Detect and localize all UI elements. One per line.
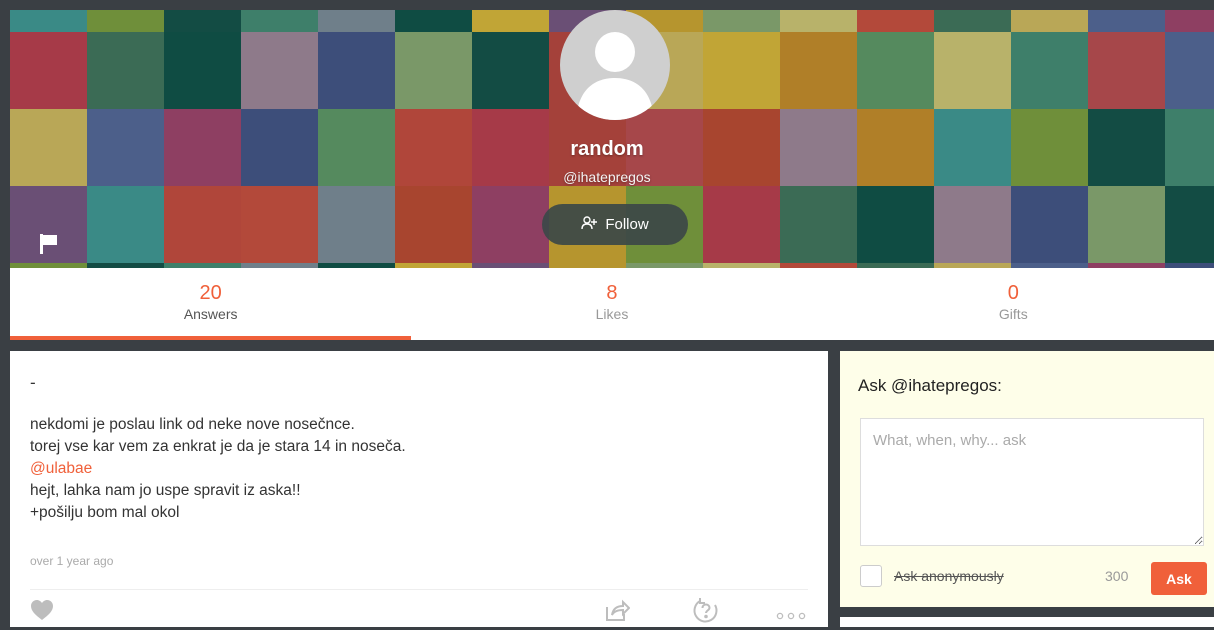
answer-text: nekdomi je poslau link od neke nove nose…: [30, 414, 406, 524]
answer-line: hejt, lahka nam jo uspe spravit iz aska!…: [30, 482, 301, 499]
cover-tile: [857, 186, 934, 263]
follow-label: Follow: [605, 216, 649, 233]
follow-button[interactable]: Follow: [542, 204, 688, 245]
share-icon[interactable]: [604, 598, 631, 627]
question-text: -: [30, 373, 36, 392]
cover-tile: [857, 10, 934, 32]
cover-tile: [164, 186, 241, 263]
gifts-count: 0: [1007, 282, 1019, 304]
more-dots-icon[interactable]: [776, 607, 806, 625]
answer-line: nekdomi je poslau link od neke nove nose…: [30, 416, 355, 433]
likes-label: Likes: [595, 306, 629, 322]
ask-title: Ask @ihatepregos:: [858, 376, 1002, 395]
cover-tile: [10, 10, 87, 32]
cover-tile: [1165, 10, 1214, 32]
answers-label: Answers: [183, 306, 238, 322]
cover-tile: [318, 10, 395, 32]
cover-tile: [87, 10, 164, 32]
cover-tile: [1088, 186, 1165, 263]
cover-tile: [395, 186, 472, 263]
anonymous-checkbox[interactable]: [860, 565, 882, 587]
cover-tile: [857, 32, 934, 109]
ask-box: Ask @ihatepregos: Ask anonymously 300 As…: [840, 351, 1214, 607]
stats-tabs: 20 Answers 8 Likes 0 Gifts: [10, 268, 1214, 340]
answer-line: torej vse kar vem za enkrat je da je sta…: [30, 438, 406, 455]
answer-card: - nekdomi je poslau link od neke nove no…: [10, 351, 828, 627]
heart-icon[interactable]: [30, 599, 54, 626]
cover-tile: [87, 32, 164, 109]
cover-tile: [472, 186, 549, 263]
cover-tile: [1011, 32, 1088, 109]
cover-tile: [164, 32, 241, 109]
cover-tile: [10, 32, 87, 109]
avatar[interactable]: [560, 10, 670, 120]
cover-tile: [1165, 32, 1214, 109]
divider: [30, 589, 808, 590]
cover-tile: [1011, 10, 1088, 32]
cover-tile: [395, 32, 472, 109]
question-input[interactable]: [860, 418, 1204, 546]
cover-tile: [472, 10, 549, 32]
tab-answers[interactable]: 20 Answers: [10, 268, 412, 340]
cover-tile: [703, 32, 780, 109]
answer-line: +pošilju bom mal okol: [30, 504, 180, 521]
cover-tile: [703, 10, 780, 32]
cover-tile: [934, 10, 1011, 32]
answers-count: 20: [199, 282, 222, 304]
tab-likes[interactable]: 8 Likes: [411, 268, 812, 340]
gifts-label: Gifts: [998, 306, 1028, 322]
cover-tile: [318, 186, 395, 263]
mention-link[interactable]: @ulabae: [30, 458, 406, 480]
ask-again-icon[interactable]: [692, 597, 720, 630]
cover-tile: [318, 32, 395, 109]
cover-tile: [395, 10, 472, 32]
tab-gifts[interactable]: 0 Gifts: [813, 268, 1214, 340]
cover-tile: [1165, 186, 1214, 263]
username: @ihatepregos: [563, 169, 651, 185]
flag-icon[interactable]: [40, 234, 60, 259]
cover-tile: [87, 186, 164, 263]
cover-tile: [780, 32, 857, 109]
cover-tile: [241, 32, 318, 109]
sidebar-next-panel: [840, 617, 1214, 627]
cover-tile: [241, 10, 318, 32]
char-count: 300: [1105, 568, 1129, 584]
likes-count: 8: [606, 282, 618, 304]
ask-button[interactable]: Ask: [1151, 562, 1207, 595]
cover-tile: [934, 186, 1011, 263]
display-name: random: [570, 138, 644, 160]
cover-tile: [780, 10, 857, 32]
cover-tile: [703, 186, 780, 263]
cover-tile: [241, 186, 318, 263]
anonymous-label[interactable]: Ask anonymously: [894, 568, 1004, 584]
cover-tile: [1011, 186, 1088, 263]
cover-tile: [1088, 10, 1165, 32]
add-user-icon: [581, 215, 598, 235]
cover-tile: [780, 186, 857, 263]
cover-tile: [472, 32, 549, 109]
cover-tile: [934, 32, 1011, 109]
timestamp: over 1 year ago: [30, 554, 114, 568]
cover-tile: [164, 10, 241, 32]
cover-tile: [1088, 32, 1165, 109]
